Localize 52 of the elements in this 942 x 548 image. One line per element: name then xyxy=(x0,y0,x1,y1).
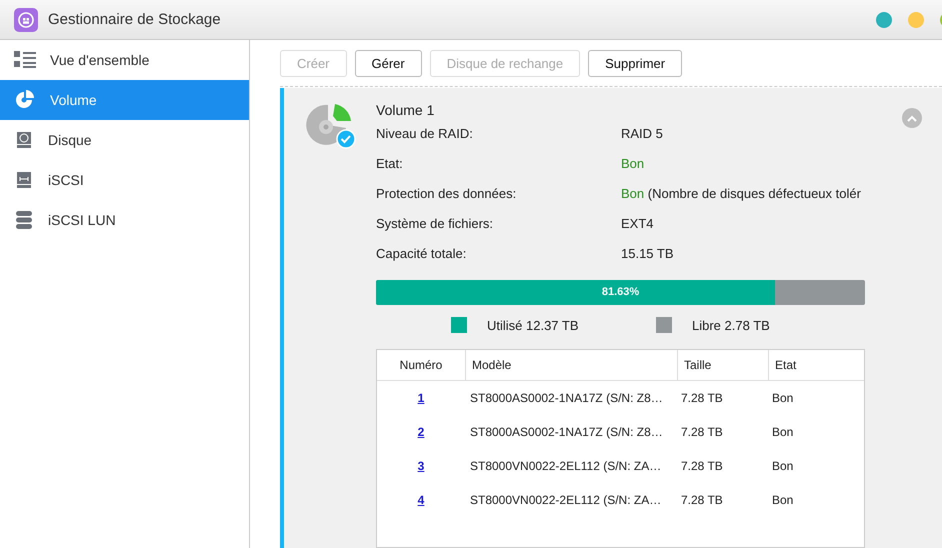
collapse-button[interactable] xyxy=(902,108,922,128)
window-control[interactable] xyxy=(908,12,924,28)
table-cell: 7.28 TB xyxy=(681,391,723,405)
disk-link[interactable]: 1 xyxy=(418,391,424,405)
toolbar-button[interactable]: Gérer xyxy=(354,50,422,77)
table-cell: 7.28 TB xyxy=(681,425,723,439)
detail-value: Bon xyxy=(621,156,644,171)
detail-label: Niveau de RAID: xyxy=(376,126,474,141)
app-logo-icon xyxy=(14,8,38,32)
table-cell: 7.28 TB xyxy=(681,459,723,473)
volume-icon xyxy=(14,90,36,110)
detail-value: RAID 5 xyxy=(621,126,663,141)
column-header: Etat xyxy=(768,350,864,381)
detail-note: (Nombre de disques défectueux tolér xyxy=(646,186,861,201)
disk-link[interactable]: 2 xyxy=(418,425,424,439)
detail-value: Bon xyxy=(621,186,644,201)
table-cell: 7.28 TB xyxy=(681,493,723,507)
disk-link[interactable]: 4 xyxy=(418,493,424,507)
sidebar-item[interactable]: Disque xyxy=(0,120,249,160)
list-icon xyxy=(14,51,36,69)
toolbar-button[interactable]: Supprimer xyxy=(588,50,682,77)
column-header: Taille xyxy=(677,350,768,381)
table-cell: Bon xyxy=(772,459,794,473)
detail-label: Capacité totale: xyxy=(376,246,468,261)
column-header: Modèle xyxy=(465,350,677,381)
window-control[interactable] xyxy=(876,12,892,28)
sidebar-item[interactable]: iSCSI LUN xyxy=(0,200,249,240)
sidebar-item[interactable]: iSCSI xyxy=(0,160,249,200)
disk-link[interactable]: 3 xyxy=(418,459,424,473)
usage-percentage: 81.63% xyxy=(600,286,640,298)
database-icon xyxy=(14,210,34,230)
drive-icon xyxy=(14,170,34,190)
detail-label: Protection des données: xyxy=(376,186,518,201)
table-cell: ST8000AS0002-1NA17Z (S/N: Z8… xyxy=(470,425,663,439)
detail-label: Système de fichiers: xyxy=(376,216,494,231)
table-cell: ST8000AS0002-1NA17Z (S/N: Z8… xyxy=(470,391,663,405)
table-cell: Bon xyxy=(772,425,794,439)
chevron-up-icon xyxy=(907,114,917,122)
table-cell: ST8000VN0022-2EL112 (S/N: ZA… xyxy=(470,493,662,507)
legend-label: Utilisé 12.37 TB xyxy=(487,318,579,332)
sidebar-item[interactable]: Vue d'ensemble xyxy=(0,40,249,80)
volume-title: Volume 1 xyxy=(376,102,436,120)
table-cell: Bon xyxy=(772,493,794,507)
detail-value: 15.15 TB xyxy=(621,246,674,261)
window-title: Gestionnaire de Stockage xyxy=(48,11,222,28)
column-header: Numéro xyxy=(377,350,465,381)
legend-label: Libre 2.78 TB xyxy=(692,318,770,332)
table-cell: ST8000VN0022-2EL112 (S/N: ZA… xyxy=(470,459,662,473)
detail-value: EXT4 xyxy=(621,216,654,231)
table-cell: Bon xyxy=(772,391,794,405)
hard-drive-icon xyxy=(14,130,34,150)
detail-label: Etat: xyxy=(376,156,404,171)
